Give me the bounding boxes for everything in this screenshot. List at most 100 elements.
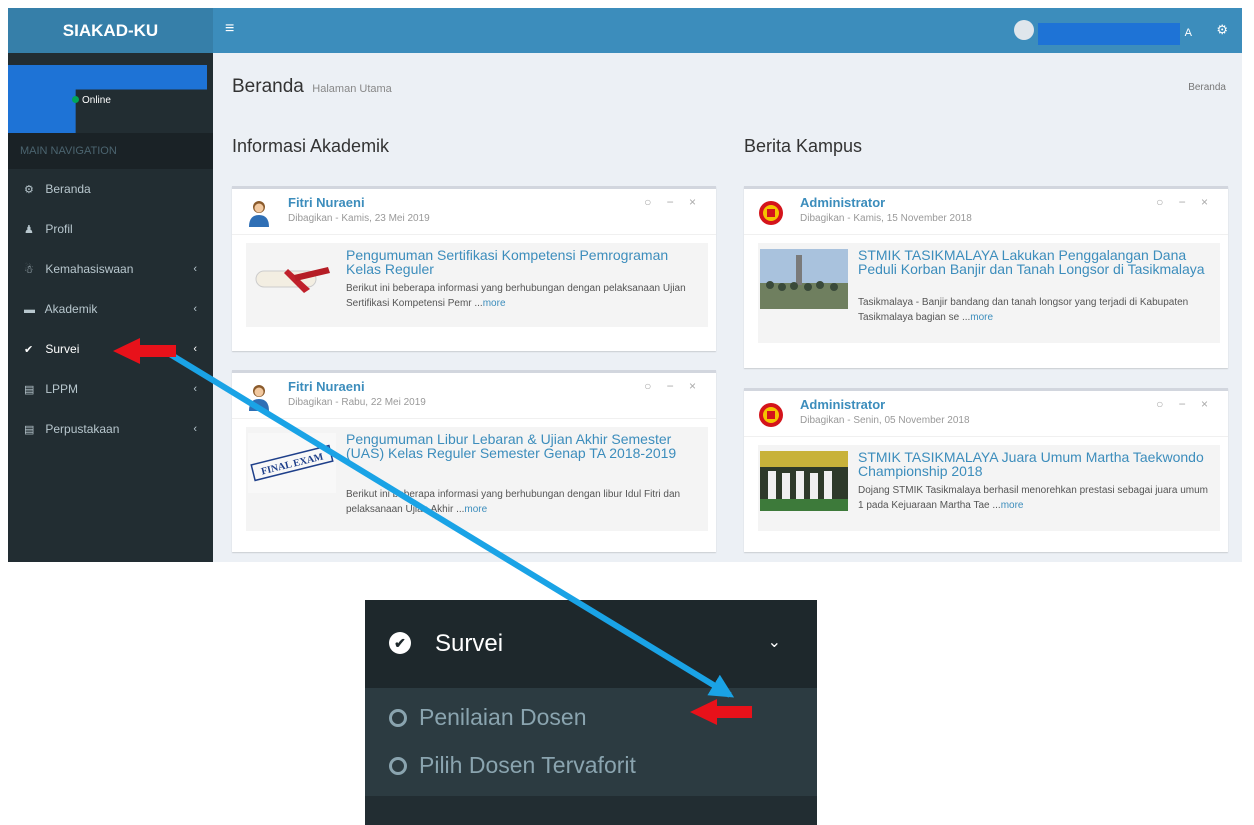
card-tools[interactable]: ○ − ×: [644, 379, 702, 393]
card-header: Administrator Dibagikan - Senin, 05 Nove…: [744, 391, 1228, 437]
post-title[interactable]: STMIK TASIKMALAYA Juara Umum Martha Taek…: [858, 450, 1214, 478]
info-card: Fitri Nuraeni Dibagikan - Rabu, 22 Mei 2…: [232, 370, 716, 552]
card-date: Dibagikan - Senin, 05 November 2018: [800, 415, 970, 426]
redacted-user-name: [1038, 23, 1180, 45]
more-link[interactable]: more: [1001, 500, 1024, 511]
sidebar-item-akademik[interactable]: ▬ Akademik ‹: [8, 289, 213, 329]
page-title: Beranda: [232, 76, 304, 97]
card-tools[interactable]: ○ − ×: [1156, 397, 1214, 411]
survei-submenu: Penilaian Dosen Pilih Dosen Tervaforit: [365, 688, 817, 796]
sidebar: Online MAIN NAVIGATION ⚙ Beranda ♟ Profi…: [8, 53, 213, 562]
chevron-left-icon: ‹: [193, 423, 197, 435]
circle-icon: [389, 757, 407, 775]
screenshot: SIAKAD-KU ≡ A ⚙ Online MAIN NAVIGATION ⚙…: [8, 8, 1242, 562]
section-title-berita: Berita Kampus: [744, 136, 863, 156]
campus-logo-icon: [759, 201, 783, 225]
hamburger-icon[interactable]: ≡: [225, 20, 234, 38]
user-icon: ♟: [24, 224, 34, 236]
sidebar-item-perpustakaan[interactable]: ▤ Perpustakaan ‹: [8, 409, 213, 449]
post-item: STMIK TASIKMALAYA Lakukan Penggalangan D…: [758, 243, 1220, 343]
card-date: Dibagikan - Kamis, 23 Mei 2019: [288, 213, 430, 224]
chevron-down-icon: ⌄: [767, 634, 781, 651]
breadcrumb[interactable]: Beranda: [1188, 82, 1226, 93]
sidebar-item-lppm[interactable]: ▤ LPPM ‹: [8, 369, 213, 409]
chevron-left-icon: ‹: [193, 343, 197, 355]
nav-header: MAIN NAVIGATION: [8, 133, 213, 169]
survei-submenu-zoom: ✔ Survei ⌄ Penilaian Dosen Pilih Dosen T…: [365, 600, 817, 825]
card-header: Fitri Nuraeni Dibagikan - Rabu, 22 Mei 2…: [232, 373, 716, 419]
post-description: Tasikmalaya - Banjir bandang dan tanah l…: [858, 295, 1214, 325]
app-logo[interactable]: SIAKAD-KU: [8, 8, 213, 53]
news-card: Administrator Dibagikan - Senin, 05 Nove…: [744, 388, 1228, 552]
more-link[interactable]: more: [464, 504, 487, 515]
card-tools[interactable]: ○ − ×: [1156, 195, 1214, 209]
card-icon: ▬: [24, 304, 35, 316]
submenu-item-pilih-dosen-tervaforit[interactable]: Pilih Dosen Tervaforit: [389, 752, 636, 779]
more-link[interactable]: more: [483, 298, 506, 309]
post-desc-text: Berikut ini beberapa informasi yang berh…: [346, 283, 686, 309]
post-desc-text: Dojang STMIK Tasikmalaya berhasil menore…: [858, 485, 1208, 511]
post-description: Berikut ini beberapa informasi yang berh…: [346, 281, 702, 311]
certificate-thumbnail: [248, 249, 336, 309]
survei-menu-expanded[interactable]: ✔ Survei ⌄: [365, 600, 817, 688]
post-title[interactable]: Pengumuman Libur Lebaran & Ujian Akhir S…: [346, 432, 702, 460]
news-card: Administrator Dibagikan - Kamis, 15 Nove…: [744, 186, 1228, 368]
post-item: Pengumuman Sertifikasi Kompetensi Pemrog…: [246, 243, 708, 327]
circle-icon: [389, 709, 407, 727]
submenu-item-label: Pilih Dosen Tervaforit: [419, 752, 636, 778]
online-label: Online: [82, 95, 111, 106]
dashboard-icon: ⚙: [24, 184, 34, 196]
card-author[interactable]: Fitri Nuraeni: [288, 195, 365, 210]
book-icon: ▤: [24, 424, 35, 436]
chevron-left-icon: ‹: [193, 383, 197, 395]
content-header: Beranda Halaman Utama: [232, 76, 392, 98]
gears-icon[interactable]: ⚙: [1216, 22, 1228, 38]
campus-logo-icon: [759, 403, 783, 427]
card-tools[interactable]: ○ − ×: [644, 195, 702, 209]
page-subtitle: Halaman Utama: [312, 83, 392, 95]
post-title[interactable]: Pengumuman Sertifikasi Kompetensi Pemrog…: [346, 248, 702, 276]
card-header: Fitri Nuraeni Dibagikan - Kamis, 23 Mei …: [232, 189, 716, 235]
submenu-item-penilaian-dosen[interactable]: Penilaian Dosen: [389, 704, 587, 731]
survei-label: Survei: [435, 630, 504, 657]
chevron-left-icon: ‹: [193, 263, 197, 275]
book-icon: ▤: [24, 384, 35, 396]
post-description: Dojang STMIK Tasikmalaya berhasil menore…: [858, 483, 1214, 513]
card-header: Administrator Dibagikan - Kamis, 15 Nove…: [744, 189, 1228, 235]
sidebar-item-kemahasiswaan[interactable]: ☃ Kemahasiswaan ‹: [8, 249, 213, 289]
sidebar-item-label: Profil: [45, 222, 73, 236]
sidebar-item-label: Beranda: [45, 182, 91, 196]
sidebar-item-survei[interactable]: ✔ Survei ‹: [8, 329, 213, 369]
news-photo-thumbnail: [760, 249, 848, 309]
post-item: FINAL EXAM Pengumuman Libur Lebaran & Uj…: [246, 427, 708, 531]
submenu-footer: [365, 796, 817, 825]
sidebar-item-beranda[interactable]: ⚙ Beranda: [8, 169, 213, 209]
top-navbar: ≡ A ⚙: [213, 8, 1242, 53]
info-card: Fitri Nuraeni Dibagikan - Kamis, 23 Mei …: [232, 186, 716, 351]
user-name[interactable]: A: [1185, 27, 1192, 39]
sidebar-item-profil[interactable]: ♟ Profil: [8, 209, 213, 249]
post-desc-text: Berikut ini beberapa informasi yang berh…: [346, 489, 681, 515]
sidebar-item-label: Kemahasiswaan: [45, 262, 134, 276]
submenu-item-label: Penilaian Dosen: [419, 704, 587, 730]
card-author[interactable]: Fitri Nuraeni: [288, 379, 365, 394]
post-description: Berikut ini beberapa informasi yang berh…: [346, 487, 702, 517]
sidebar-item-label: LPPM: [45, 382, 79, 396]
taekwondo-photo-thumbnail: [760, 451, 848, 511]
section-title-informasi: Informasi Akademik: [232, 136, 390, 156]
card-author[interactable]: Administrator: [800, 397, 885, 412]
post-title[interactable]: STMIK TASIKMALAYA Lakukan Penggalangan D…: [858, 248, 1214, 276]
sidebar-item-label: Survei: [45, 342, 80, 356]
more-link[interactable]: more: [970, 312, 993, 323]
sidebar-item-label: Akademik: [44, 302, 98, 316]
card-author[interactable]: Administrator: [800, 195, 885, 210]
final-exam-thumbnail: FINAL EXAM: [248, 433, 336, 493]
user-panel: Online: [8, 53, 213, 133]
figure: SIAKAD-KU ≡ A ⚙ Online MAIN NAVIGATION ⚙…: [0, 0, 1254, 825]
status-dot: [72, 96, 79, 103]
user-avatar[interactable]: [1014, 20, 1034, 40]
check-circle-icon: ✔: [389, 632, 411, 654]
post-item: STMIK TASIKMALAYA Juara Umum Martha Taek…: [758, 445, 1220, 531]
person-avatar-icon: [249, 385, 269, 411]
chevron-left-icon: ‹: [193, 303, 197, 315]
